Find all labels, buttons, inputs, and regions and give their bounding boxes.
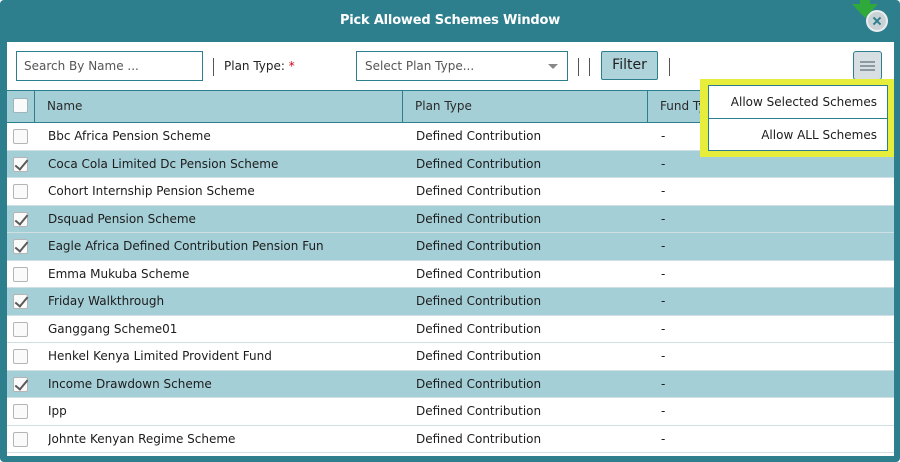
row-checkbox[interactable] <box>13 129 28 144</box>
table-row[interactable]: Income Drawdown Scheme Defined Contributi… <box>7 370 894 398</box>
table-body: Bbc Africa Pension Scheme Defined Contrib… <box>7 123 894 453</box>
divider <box>213 58 214 76</box>
cell-fund-type: - <box>661 376 666 391</box>
cell-name: Emma Mukuba Scheme <box>48 266 190 281</box>
cell-plan-type: Defined Contribution <box>416 431 542 446</box>
pick-allowed-schemes-window: Pick Allowed Schemes Window Plan Type: *… <box>0 0 900 462</box>
cell-name: Income Drawdown Scheme <box>48 376 212 391</box>
divider <box>578 58 579 76</box>
window-title: Pick Allowed Schemes Window <box>339 13 561 28</box>
cell-plan-type: Defined Contribution <box>416 376 542 391</box>
row-checkbox[interactable] <box>13 294 28 309</box>
cell-name: Henkel Kenya Limited Provident Fund <box>48 349 272 363</box>
search-input[interactable] <box>16 51 203 81</box>
cell-plan-type: Defined Contribution <box>416 239 542 253</box>
column-header-name[interactable]: Name <box>35 91 403 122</box>
actions-dropdown: Allow Selected Schemes Allow ALL Schemes <box>708 85 888 151</box>
plan-type-label: Plan Type: * <box>224 59 295 73</box>
cell-plan-type: Defined Contribution <box>416 294 542 308</box>
cell-fund-type: - <box>661 321 666 336</box>
row-checkbox[interactable] <box>13 266 28 282</box>
cell-plan-type: Defined Contribution <box>416 184 542 198</box>
plan-type-select[interactable]: Select Plan Type... <box>356 51 568 81</box>
table-row[interactable]: Ganggang Scheme01 Defined Contribution - <box>7 316 894 343</box>
cell-name: Coca Cola Limited Dc Pension Scheme <box>48 156 279 171</box>
menu-icon-bar <box>860 65 875 67</box>
row-checkbox[interactable] <box>13 156 28 172</box>
cell-plan-type: Defined Contribution <box>416 349 542 363</box>
cell-name: Ganggang Scheme01 <box>48 321 178 336</box>
cell-plan-type: Defined Contribution <box>416 404 542 418</box>
cell-plan-type: Defined Contribution <box>416 321 542 336</box>
select-all-cell <box>7 91 35 122</box>
cell-plan-type: Defined Contribution <box>416 156 542 171</box>
divider <box>589 58 590 76</box>
cell-fund-type: - <box>661 184 666 198</box>
table-row[interactable]: Eagle Africa Defined Contribution Pensio… <box>7 233 894 261</box>
filter-button[interactable]: Filter <box>601 51 658 80</box>
menu-icon-bar <box>860 61 875 63</box>
cell-name: Eagle Africa Defined Contribution Pensio… <box>48 239 324 253</box>
required-marker: * <box>288 59 295 73</box>
row-checkbox[interactable] <box>13 184 28 199</box>
cell-name: Ipp <box>48 404 67 418</box>
divider <box>669 58 670 76</box>
cell-fund-type: - <box>661 431 666 446</box>
row-checkbox[interactable] <box>13 376 28 392</box>
column-header-plan-type[interactable]: Plan Type <box>403 91 648 122</box>
cell-name: Friday Walkthrough <box>48 294 165 308</box>
cell-fund-type: - <box>661 239 666 253</box>
plan-type-select-value: Select Plan Type... <box>365 59 475 73</box>
table-row[interactable]: Henkel Kenya Limited Provident Fund Defin… <box>7 343 894 371</box>
cell-plan-type: Defined Contribution <box>416 129 542 143</box>
row-checkbox[interactable] <box>13 321 28 337</box>
row-checkbox[interactable] <box>13 431 28 447</box>
cell-plan-type: Defined Contribution <box>416 211 542 226</box>
allow-selected-schemes-item[interactable]: Allow Selected Schemes <box>709 86 887 118</box>
menu-icon-bar <box>860 69 875 71</box>
plan-type-label-text: Plan Type: <box>224 59 285 73</box>
table-row[interactable]: Cohort Internship Pension Scheme Defined … <box>7 178 894 206</box>
chevron-down-icon <box>548 64 558 69</box>
table-row[interactable]: Dsquad Pension Scheme Defined Contributio… <box>7 205 894 233</box>
cell-fund-type: - <box>661 266 666 281</box>
menu-button[interactable] <box>853 51 882 80</box>
table-row[interactable]: Ipp Defined Contribution - <box>7 398 894 426</box>
cell-fund-type: - <box>661 294 666 308</box>
row-checkbox[interactable] <box>13 239 28 254</box>
table-row[interactable]: Johnte Kenyan Regime Scheme Defined Contr… <box>7 426 894 453</box>
cell-plan-type: Defined Contribution <box>416 266 542 281</box>
cell-name: Johnte Kenyan Regime Scheme <box>48 431 236 446</box>
cell-fund-type: - <box>661 211 666 226</box>
row-checkbox[interactable] <box>13 349 28 364</box>
table-row[interactable]: Friday Walkthrough Defined Contribution - <box>7 288 894 316</box>
row-checkbox[interactable] <box>13 211 28 227</box>
arrow-down-icon <box>852 0 878 18</box>
row-checkbox[interactable] <box>13 404 28 419</box>
table-row[interactable]: Emma Mukuba Scheme Defined Contribution - <box>7 261 894 288</box>
cell-fund-type: - <box>661 349 666 363</box>
select-all-checkbox[interactable] <box>13 98 28 113</box>
allow-all-schemes-item[interactable]: Allow ALL Schemes <box>709 119 887 151</box>
actions-dropdown-highlight: Allow Selected Schemes Allow ALL Schemes <box>700 79 894 157</box>
cell-name: Cohort Internship Pension Scheme <box>48 184 255 198</box>
cell-fund-type: - <box>661 404 666 418</box>
cell-name: Bbc Africa Pension Scheme <box>48 129 211 143</box>
cell-name: Dsquad Pension Scheme <box>48 211 196 226</box>
